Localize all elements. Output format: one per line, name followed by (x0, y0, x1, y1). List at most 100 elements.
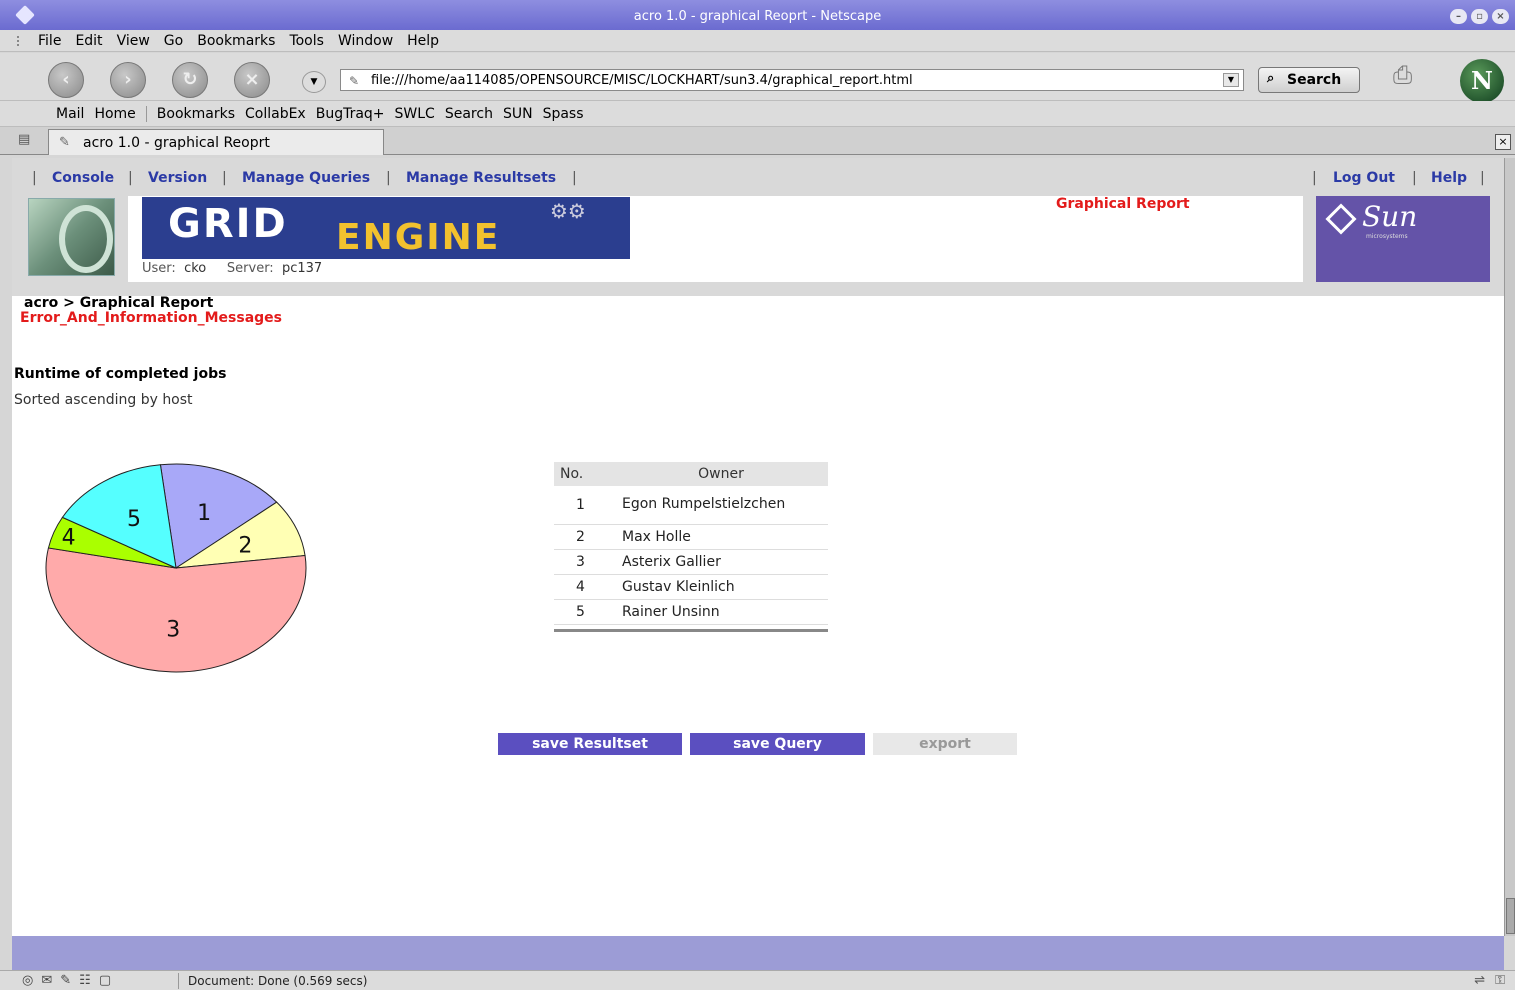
server-value: pc137 (281, 261, 323, 276)
status-bar: ◎ ✉ ✎ ☷ ▢ Document: Done (0.569 secs) ⇌ … (0, 970, 1515, 990)
bookmark-collabex[interactable]: CollabEx (245, 106, 306, 122)
pie-label-3: 3 (166, 617, 180, 642)
url-text: file:///home/aa114085/OPENSOURCE/MISC/LO… (371, 73, 913, 88)
table-header-row: No. Owner (554, 462, 828, 486)
error-messages-link[interactable]: Error_And_Information_Messages (20, 310, 282, 326)
url-input[interactable]: ✎ file:///home/aa114085/OPENSOURCE/MISC/… (340, 69, 1244, 91)
page-content: | Console | Version | Manage Queries | M… (12, 158, 1504, 936)
new-tab-icon[interactable]: ▤ (18, 132, 40, 150)
cell-owner: Egon Rumpelstielzchen (614, 486, 828, 525)
url-history-icon[interactable]: ▼ (302, 71, 326, 93)
navigation-toolbar: ‹ › ↻ × ▼ ✎ file:///home/aa114085/OPENSO… (0, 53, 1515, 103)
bookmark-home[interactable]: Home (94, 106, 135, 122)
menubar-grip[interactable] (17, 36, 25, 46)
bookmark-spass[interactable]: Spass (543, 106, 584, 122)
connection-icon: ⇌ (1474, 973, 1486, 988)
search-icon: ⌕ (1267, 71, 1275, 86)
bookmark-sun[interactable]: SUN (503, 106, 533, 122)
security-icon[interactable]: ⚿ (1495, 973, 1505, 988)
menu-window[interactable]: Window (338, 33, 393, 49)
menu-bookmarks[interactable]: Bookmarks (197, 33, 275, 49)
search-button-label: Search (1287, 72, 1342, 88)
tab-bar: ▤ ✎ acro 1.0 - graphical Reoprt × (0, 127, 1515, 155)
pie-label-5: 5 (127, 507, 141, 532)
menu-help[interactable]: Help (407, 33, 439, 49)
cell-no: 4 (554, 574, 614, 600)
pie-chart: 1 2 3 4 5 (45, 463, 307, 673)
close-window-icon[interactable]: × (1492, 9, 1509, 24)
personal-toolbar: Mail Home Bookmarks CollabEx BugTraq+ SW… (0, 101, 1515, 127)
address-book-icon[interactable]: ☷ (79, 973, 91, 988)
bookmark-swlc[interactable]: SWLC (395, 106, 435, 122)
menu-tools[interactable]: Tools (289, 33, 324, 49)
cell-no: 5 (554, 599, 614, 625)
search-button[interactable]: ⌕ Search (1258, 67, 1360, 93)
vertical-scrollbar[interactable] (1504, 158, 1515, 936)
cell-no: 2 (554, 524, 614, 550)
cell-no: 1 (554, 486, 614, 525)
bookmark-bookmarks[interactable]: Bookmarks (157, 106, 235, 122)
tab-current[interactable]: ✎ acro 1.0 - graphical Reoprt (48, 129, 384, 155)
nav-separator: | (222, 170, 227, 186)
minimize-icon[interactable]: – (1450, 9, 1467, 24)
bookmark-search[interactable]: Search (445, 106, 493, 122)
page-footer-band (12, 936, 1504, 970)
menu-edit[interactable]: Edit (75, 33, 102, 49)
tab-page-icon: ✎ (59, 135, 70, 150)
save-resultset-button[interactable]: save Resultset (498, 733, 682, 755)
menu-file[interactable]: File (38, 33, 61, 49)
composer-icon[interactable]: ✎ (60, 973, 71, 988)
report-subtitle: Sorted ascending by host (14, 392, 193, 408)
nav-separator: | (32, 170, 37, 186)
bookmark-mail[interactable]: Mail (56, 106, 84, 122)
status-separator (178, 973, 179, 989)
app-top-nav: | Console | Version | Manage Queries | M… (12, 158, 1504, 196)
mail-icon[interactable]: ✉ (41, 973, 52, 988)
save-query-button[interactable]: save Query (690, 733, 865, 755)
scrollbar-thumb[interactable] (1506, 898, 1515, 934)
back-icon[interactable]: ‹ (48, 62, 84, 98)
navigator-icon[interactable]: ◎ (22, 973, 33, 988)
nav-separator: | (1312, 170, 1317, 186)
bookmark-bugtraq[interactable]: BugTraq+ (316, 106, 385, 122)
nav-logout[interactable]: Log Out (1333, 170, 1395, 186)
menu-view[interactable]: View (117, 33, 150, 49)
close-tab-icon[interactable]: × (1495, 134, 1511, 150)
breadcrumb[interactable]: acro > Graphical Report (24, 295, 213, 311)
page-icon: ✎ (349, 74, 360, 88)
nav-separator: | (128, 170, 133, 186)
netscape-logo[interactable]: N (1460, 59, 1504, 103)
cell-owner: Rainer Unsinn (614, 599, 828, 625)
nav-help[interactable]: Help (1431, 170, 1467, 186)
reload-icon[interactable]: ↻ (172, 62, 208, 98)
user-value: cko (184, 261, 207, 276)
table-row: 3 Asterix Gallier (554, 549, 828, 575)
report-title: Runtime of completed jobs (14, 366, 227, 382)
nav-version[interactable]: Version (148, 170, 207, 186)
url-dropdown-icon[interactable]: ▼ (1223, 73, 1239, 87)
server-label: Server: (226, 261, 274, 276)
cell-owner: Max Holle (614, 524, 828, 550)
nav-console[interactable]: Console (52, 170, 114, 186)
nav-manage-queries[interactable]: Manage Queries (242, 170, 370, 186)
pie-label-1: 1 (197, 501, 211, 526)
nav-manage-resultsets[interactable]: Manage Resultsets (406, 170, 556, 186)
menu-go[interactable]: Go (164, 33, 183, 49)
maximize-icon[interactable]: ▫ (1471, 9, 1488, 24)
nav-separator: | (572, 170, 577, 186)
stop-icon[interactable]: × (234, 62, 270, 98)
header-no: No. (554, 462, 614, 486)
print-icon[interactable]: ⎙ (1393, 61, 1433, 91)
page-title: Graphical Report (1056, 196, 1190, 212)
table-row: 4 Gustav Kleinlich (554, 574, 828, 600)
sun-diamond-icon (1325, 203, 1357, 235)
user-label: User: (142, 261, 176, 276)
chat-icon[interactable]: ▢ (99, 973, 111, 988)
sun-logo: Sun microsystems (1316, 196, 1490, 282)
table-row: 2 Max Holle (554, 524, 828, 550)
gears-icon: ⚙⚙ (550, 199, 586, 223)
pie-label-4: 4 (62, 526, 76, 551)
table-row: 5 Rainer Unsinn (554, 599, 828, 625)
forward-icon[interactable]: › (110, 62, 146, 98)
cell-owner: Gustav Kleinlich (614, 574, 828, 600)
